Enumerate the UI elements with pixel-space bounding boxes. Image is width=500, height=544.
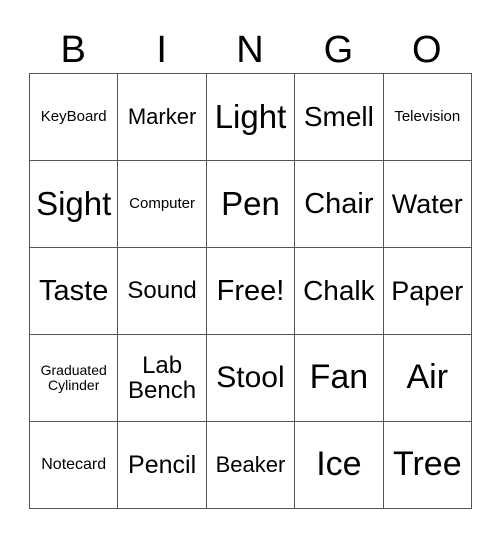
header-letter: B bbox=[60, 29, 86, 71]
bingo-cell[interactable]: Beaker bbox=[205, 421, 296, 509]
header-letter: I bbox=[156, 29, 167, 71]
bingo-cell[interactable]: Water bbox=[382, 160, 473, 248]
bingo-cell[interactable]: Sound bbox=[117, 247, 207, 335]
bingo-cell[interactable]: Free! bbox=[205, 247, 296, 335]
bingo-cell[interactable]: Chair bbox=[294, 160, 384, 248]
bingo-cell[interactable]: Chalk bbox=[294, 247, 384, 335]
bingo-cell[interactable]: Ice bbox=[294, 421, 384, 509]
bingo-cell[interactable]: Smell bbox=[294, 73, 384, 161]
bingo-cell[interactable]: Fan bbox=[294, 334, 384, 422]
bingo-cell[interactable]: Notecard bbox=[28, 421, 119, 509]
bingo-cell[interactable]: Marker bbox=[117, 73, 207, 161]
bingo-cell[interactable]: Graduated Cylinder bbox=[28, 334, 119, 422]
bingo-row: KeyBoard Marker Light Smell Television bbox=[28, 73, 473, 161]
header-letter: G bbox=[323, 29, 354, 71]
bingo-cell[interactable]: Taste bbox=[28, 247, 119, 335]
bingo-cell[interactable]: Tree bbox=[382, 421, 473, 509]
bingo-cell[interactable]: Computer bbox=[117, 160, 207, 248]
bingo-cell[interactable]: Pencil bbox=[117, 421, 207, 509]
bingo-row: Sight Computer Pen Chair Water bbox=[28, 160, 473, 248]
bingo-row: Notecard Pencil Beaker Ice Tree bbox=[28, 421, 473, 509]
bingo-cell[interactable]: KeyBoard bbox=[28, 73, 119, 161]
bingo-cell[interactable]: Lab Bench bbox=[117, 334, 207, 422]
bingo-cell[interactable]: Stool bbox=[205, 334, 296, 422]
bingo-cell[interactable]: Light bbox=[205, 73, 296, 161]
bingo-header: B I N G O bbox=[29, 28, 471, 72]
bingo-cell[interactable]: Pen bbox=[205, 160, 296, 248]
header-letter: O bbox=[412, 29, 442, 71]
bingo-grid: KeyBoard Marker Light Smell Television Sight C… bbox=[28, 73, 473, 509]
bingo-cell[interactable]: Air bbox=[382, 334, 473, 422]
bingo-cell[interactable]: Television bbox=[382, 73, 473, 161]
bingo-cell[interactable]: Paper bbox=[382, 247, 473, 335]
bingo-row: Taste Sound Free! Chalk Paper bbox=[28, 247, 473, 335]
bingo-cell[interactable]: Sight bbox=[28, 160, 119, 248]
bingo-row: Graduated Cylinder Lab Bench Stool Fan Air bbox=[28, 334, 473, 422]
header-letter: N bbox=[236, 29, 264, 71]
